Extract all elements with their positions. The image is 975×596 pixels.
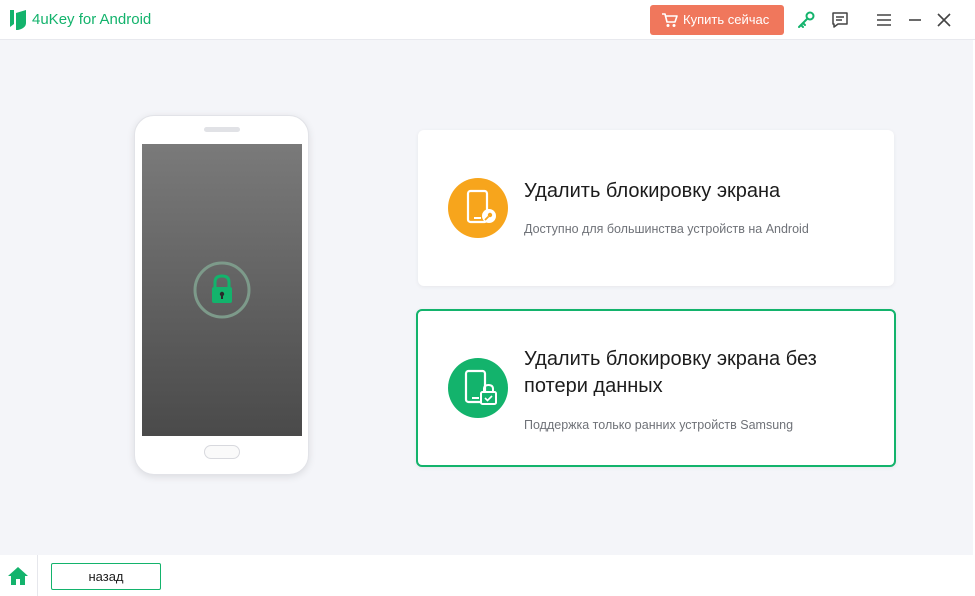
title-bar: 4uKey for Android Купить сейчас xyxy=(0,0,975,40)
phone-screen xyxy=(142,144,302,436)
phone-lock-icon xyxy=(464,369,497,405)
option-subtitle: Доступно для большинства устройств на An… xyxy=(524,222,809,236)
option-title: Удалить блокировку экрана xyxy=(524,180,781,202)
lock-icon xyxy=(193,261,251,319)
option-title: Удалить блокировку экрана без потери дан… xyxy=(524,348,817,397)
option-remove-screen-lock-no-data-loss[interactable]: Удалить блокировку экрана без потери дан… xyxy=(416,309,896,467)
phone-speaker xyxy=(204,127,240,132)
minimize-icon[interactable] xyxy=(905,10,925,30)
buy-now-label: Купить сейчас xyxy=(683,12,770,27)
buy-now-button[interactable]: Купить сейчас xyxy=(650,5,784,35)
divider xyxy=(37,555,38,596)
key-icon[interactable] xyxy=(796,10,816,30)
menu-icon[interactable] xyxy=(874,10,894,30)
option-icon-circle xyxy=(448,178,508,238)
phone-key-icon xyxy=(466,189,496,224)
home-icon[interactable] xyxy=(7,566,29,586)
feedback-icon[interactable] xyxy=(830,10,850,30)
app-logo-icon xyxy=(10,10,26,30)
option-subtitle: Поддержка только ранних устройств Samsun… xyxy=(524,418,794,432)
app-title: 4uKey for Android xyxy=(32,11,152,28)
cart-icon xyxy=(662,13,678,27)
option-remove-screen-lock[interactable]: Удалить блокировку экрана Доступно для б… xyxy=(418,130,894,286)
close-icon[interactable] xyxy=(934,10,954,30)
phone-home-button xyxy=(204,445,240,459)
phone-illustration xyxy=(134,115,309,475)
option-icon-circle xyxy=(448,358,508,418)
back-button[interactable]: назад xyxy=(51,563,161,590)
